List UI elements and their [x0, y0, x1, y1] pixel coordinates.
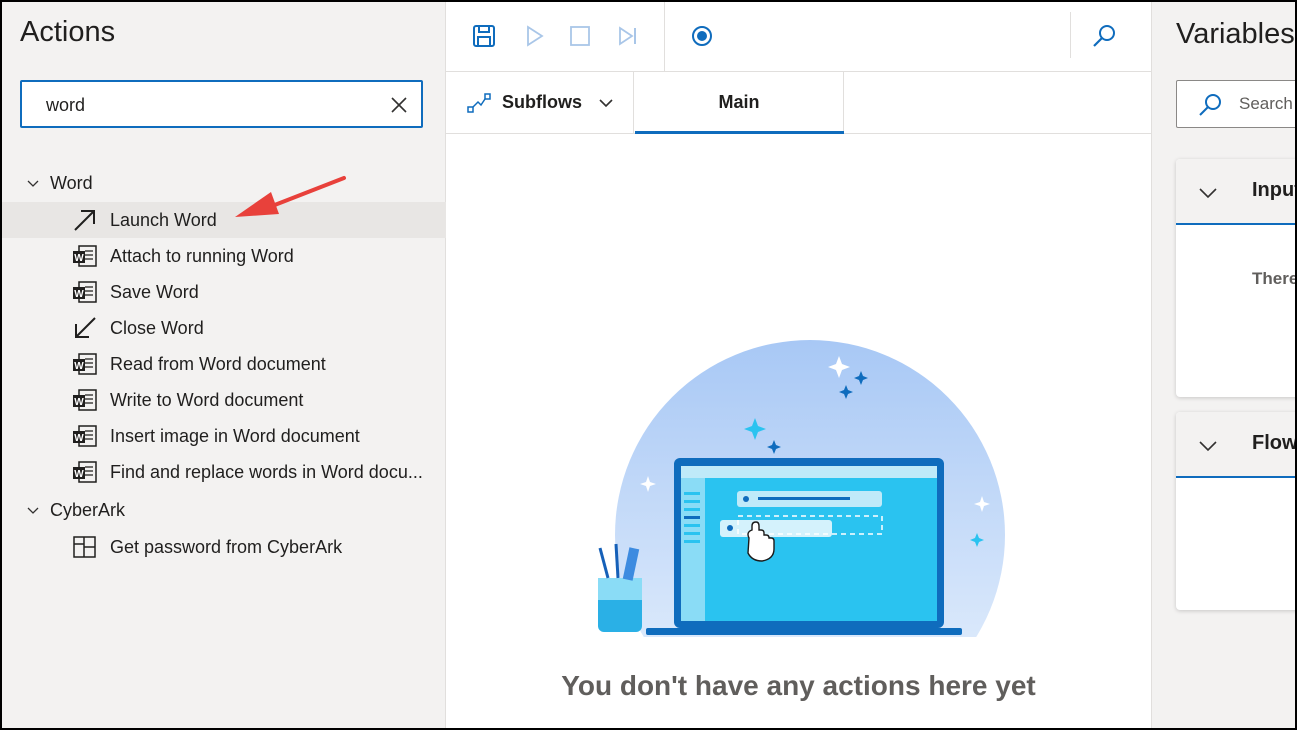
section-empty-text: There: [1252, 269, 1297, 288]
run-icon[interactable]: [520, 22, 548, 50]
save-icon[interactable]: [470, 22, 498, 50]
toolbar-separator: [664, 2, 665, 72]
svg-text:W: W: [74, 253, 84, 264]
variables-search-box[interactable]: Search v: [1176, 80, 1295, 128]
svg-text:W: W: [74, 469, 84, 480]
subflows-icon: [467, 92, 491, 113]
action-label: Find and replace words in Word docu...: [110, 461, 423, 482]
group-label: Word: [50, 172, 93, 193]
word-document-icon: W: [73, 389, 97, 411]
cyberark-icon: [73, 536, 96, 558]
group-label: CyberArk: [50, 499, 126, 520]
tab-main-label: Main: [718, 92, 760, 112]
flow-designer: Subflows Main You don't have any actions…: [446, 2, 1151, 728]
chevron-down-icon: [1199, 188, 1217, 199]
section-header[interactable]: Input: [1176, 159, 1297, 225]
launch-arrow-icon: [74, 210, 95, 231]
variables-title: Variables: [1176, 18, 1295, 50]
actions-search-input[interactable]: [46, 92, 376, 118]
input-variables-section: Input There: [1176, 159, 1297, 397]
action-label: Launch Word: [110, 209, 217, 230]
section-title: Flow: [1252, 432, 1297, 454]
word-document-icon: W: [73, 425, 97, 447]
action-find-and-replace-words[interactable]: W Find and replace words in Word docu...: [2, 454, 446, 490]
action-get-password-from-cyberark[interactable]: Get password from CyberArk: [2, 529, 446, 565]
designer-tabs: Subflows Main: [446, 72, 1151, 134]
action-label: Close Word: [110, 317, 204, 338]
action-write-to-word-document[interactable]: W Write to Word document: [2, 382, 446, 418]
chevron-down-icon: [27, 180, 39, 187]
section-title: Input: [1252, 179, 1297, 201]
action-label: Save Word: [110, 281, 199, 302]
clear-icon[interactable]: [389, 95, 409, 115]
app-window: Actions Word Launch Word W: [0, 0, 1297, 730]
svg-text:W: W: [74, 361, 84, 372]
subflows-label: Subflows: [502, 92, 582, 112]
action-label: Write to Word document: [110, 389, 304, 410]
next-step-icon[interactable]: [614, 22, 642, 50]
actions-title: Actions: [20, 16, 116, 48]
active-tab-indicator: [635, 131, 844, 134]
actions-pane: Actions Word Launch Word W: [2, 2, 446, 728]
variables-search-placeholder: Search v: [1239, 94, 1295, 113]
svg-text:W: W: [74, 397, 84, 408]
group-word[interactable]: Word: [2, 165, 446, 201]
search-icon: [1199, 94, 1221, 116]
toolbar-separator: [1070, 12, 1071, 58]
variables-pane: Variables Search v Input There Flo: [1151, 2, 1297, 728]
svg-text:W: W: [74, 289, 84, 300]
action-label: Read from Word document: [110, 353, 326, 374]
action-label: Attach to running Word: [110, 245, 294, 266]
group-cyberark[interactable]: CyberArk: [2, 492, 446, 528]
designer-toolbar: [446, 2, 1151, 72]
empty-state-message: You don't have any actions here yet: [561, 670, 1036, 701]
action-close-word[interactable]: Close Word: [2, 310, 446, 346]
word-document-icon: W: [73, 461, 97, 483]
word-document-icon: W: [73, 353, 97, 375]
flow-variables-section: Flow: [1176, 412, 1297, 610]
action-insert-image-in-word-document[interactable]: W Insert image in Word document: [2, 418, 446, 454]
record-icon[interactable]: [688, 22, 716, 50]
word-document-icon: W: [73, 281, 97, 303]
close-arrow-icon: [75, 317, 96, 338]
action-attach-to-running-word[interactable]: W Attach to running Word: [2, 238, 446, 274]
stop-icon[interactable]: [566, 22, 594, 50]
tab-main[interactable]: Main: [635, 72, 844, 134]
action-read-from-word-document[interactable]: W Read from Word document: [2, 346, 446, 382]
action-label: Get password from CyberArk: [110, 536, 343, 557]
chevron-down-icon: [27, 507, 39, 514]
chevron-down-icon: [1199, 441, 1217, 452]
action-launch-word[interactable]: Launch Word: [2, 202, 446, 238]
search-icon[interactable]: [1090, 22, 1118, 50]
action-label: Insert image in Word document: [110, 425, 360, 446]
chevron-down-icon: [599, 98, 613, 107]
subflows-dropdown[interactable]: Subflows: [446, 72, 634, 133]
actions-search-box[interactable]: [20, 80, 423, 128]
annotation-arrow: [235, 176, 346, 217]
section-header[interactable]: Flow: [1176, 412, 1297, 478]
action-save-word[interactable]: W Save Word: [2, 274, 446, 310]
svg-text:W: W: [74, 433, 84, 444]
word-document-icon: W: [73, 245, 97, 267]
empty-state-illustration: [586, 340, 1006, 642]
